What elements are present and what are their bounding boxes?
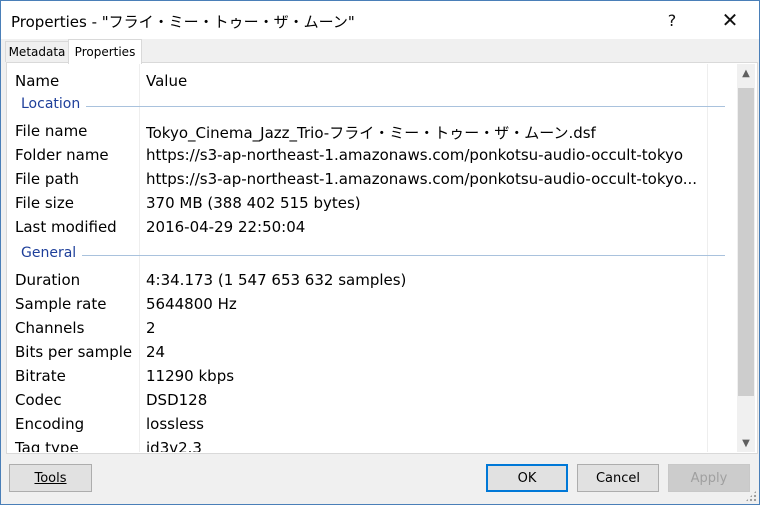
- group-divider-line: [21, 106, 725, 107]
- group-general[interactable]: General: [8, 243, 736, 265]
- property-value: 4:34.173 (1 547 653 632 samples): [146, 271, 407, 289]
- group-title: Location: [21, 96, 87, 112]
- property-value: id3v2.3: [146, 439, 202, 452]
- scroll-up-icon[interactable]: ▲: [737, 64, 755, 82]
- list-item[interactable]: Last modified 2016-04-29 22:50:04: [8, 215, 736, 239]
- tab-properties[interactable]: Properties: [68, 39, 142, 64]
- list-item[interactable]: Channels 2: [8, 316, 736, 340]
- property-value: 11290 kbps: [146, 367, 235, 385]
- properties-dialog: Properties - "フライ・ミー・トゥー・ザ・ムーン" ? ✕ Meta…: [0, 0, 760, 505]
- column-header-name[interactable]: Name: [15, 72, 59, 90]
- property-name: File name: [15, 122, 88, 140]
- scroll-thumb[interactable]: [738, 88, 754, 396]
- property-name: Codec: [15, 391, 62, 409]
- property-name: Tag type: [15, 439, 79, 452]
- apply-button-label: Apply: [690, 470, 728, 486]
- list-item[interactable]: Codec DSD128: [8, 388, 736, 412]
- property-name: Encoding: [15, 415, 85, 433]
- list-item[interactable]: Tag type id3v2.3: [8, 436, 736, 452]
- property-value: https://s3-ap-northeast-1.amazonaws.com/…: [146, 170, 698, 188]
- group-divider-line: [21, 255, 725, 256]
- property-name: File size: [15, 194, 74, 212]
- close-button[interactable]: ✕: [707, 1, 753, 39]
- close-icon: ✕: [721, 8, 739, 32]
- property-value: lossless: [146, 415, 205, 433]
- property-value: 5644800 Hz: [146, 295, 237, 313]
- group-title: General: [21, 245, 83, 261]
- window-title: Properties - "フライ・ミー・トゥー・ザ・ムーン": [11, 13, 355, 31]
- cancel-button[interactable]: Cancel: [577, 464, 659, 492]
- list-item[interactable]: Bits per sample 24: [8, 340, 736, 364]
- property-name: Bitrate: [15, 367, 66, 385]
- list-item[interactable]: Sample rate 5644800 Hz: [8, 292, 736, 316]
- list-item[interactable]: Encoding lossless: [8, 412, 736, 436]
- column-header-value[interactable]: Value: [146, 72, 187, 90]
- property-value: https://s3-ap-northeast-1.amazonaws.com/…: [146, 146, 684, 164]
- group-location[interactable]: Location: [8, 94, 736, 116]
- property-value: 2016-04-29 22:50:04: [146, 218, 306, 236]
- tab-strip: Metadata Properties: [1, 39, 759, 64]
- property-value: 2: [146, 319, 156, 337]
- help-button[interactable]: ?: [649, 1, 695, 39]
- list-item[interactable]: File size 370 MB (388 402 515 bytes): [8, 191, 736, 215]
- list-item[interactable]: File name Tokyo_Cinema_Jazz_Trio-フライ・ミー・…: [8, 119, 736, 143]
- property-value: 24: [146, 343, 166, 361]
- tools-button[interactable]: Tools: [9, 464, 92, 492]
- property-name: Channels: [15, 319, 85, 337]
- ok-button[interactable]: OK: [486, 464, 568, 492]
- properties-panel: Name Value Location File name Tokyo_Cine…: [6, 62, 758, 454]
- title-bar: Properties - "フライ・ミー・トゥー・ザ・ムーン" ? ✕: [1, 1, 759, 39]
- list-item[interactable]: Folder name https://s3-ap-northeast-1.am…: [8, 143, 736, 167]
- property-name: Last modified: [15, 218, 117, 236]
- property-name: Folder name: [15, 146, 109, 164]
- list-item[interactable]: File path https://s3-ap-northeast-1.amaz…: [8, 167, 736, 191]
- help-icon: ?: [667, 10, 677, 30]
- property-value: Tokyo_Cinema_Jazz_Trio-フライ・ミー・トゥー・ザ・ムーン.…: [146, 124, 596, 142]
- apply-button: Apply: [668, 464, 750, 492]
- property-name: Sample rate: [15, 295, 107, 313]
- cancel-button-label: Cancel: [595, 470, 641, 486]
- property-value: DSD128: [146, 391, 208, 409]
- property-name: File path: [15, 170, 79, 188]
- property-name: Bits per sample: [15, 343, 133, 361]
- tools-button-label: Tools: [34, 470, 67, 486]
- ok-button-label: OK: [517, 470, 537, 486]
- property-name: Duration: [15, 271, 81, 289]
- property-value: 370 MB (388 402 515 bytes): [146, 194, 361, 212]
- vertical-scrollbar[interactable]: ▲ ▼: [737, 64, 755, 452]
- tab-metadata[interactable]: Metadata: [5, 41, 69, 62]
- properties-list[interactable]: Name Value Location File name Tokyo_Cine…: [8, 64, 736, 452]
- list-item[interactable]: Bitrate 11290 kbps: [8, 364, 736, 388]
- column-header: Name Value: [8, 64, 736, 98]
- scroll-down-icon[interactable]: ▼: [737, 434, 755, 452]
- list-item[interactable]: Duration 4:34.173 (1 547 653 632 samples…: [8, 268, 736, 292]
